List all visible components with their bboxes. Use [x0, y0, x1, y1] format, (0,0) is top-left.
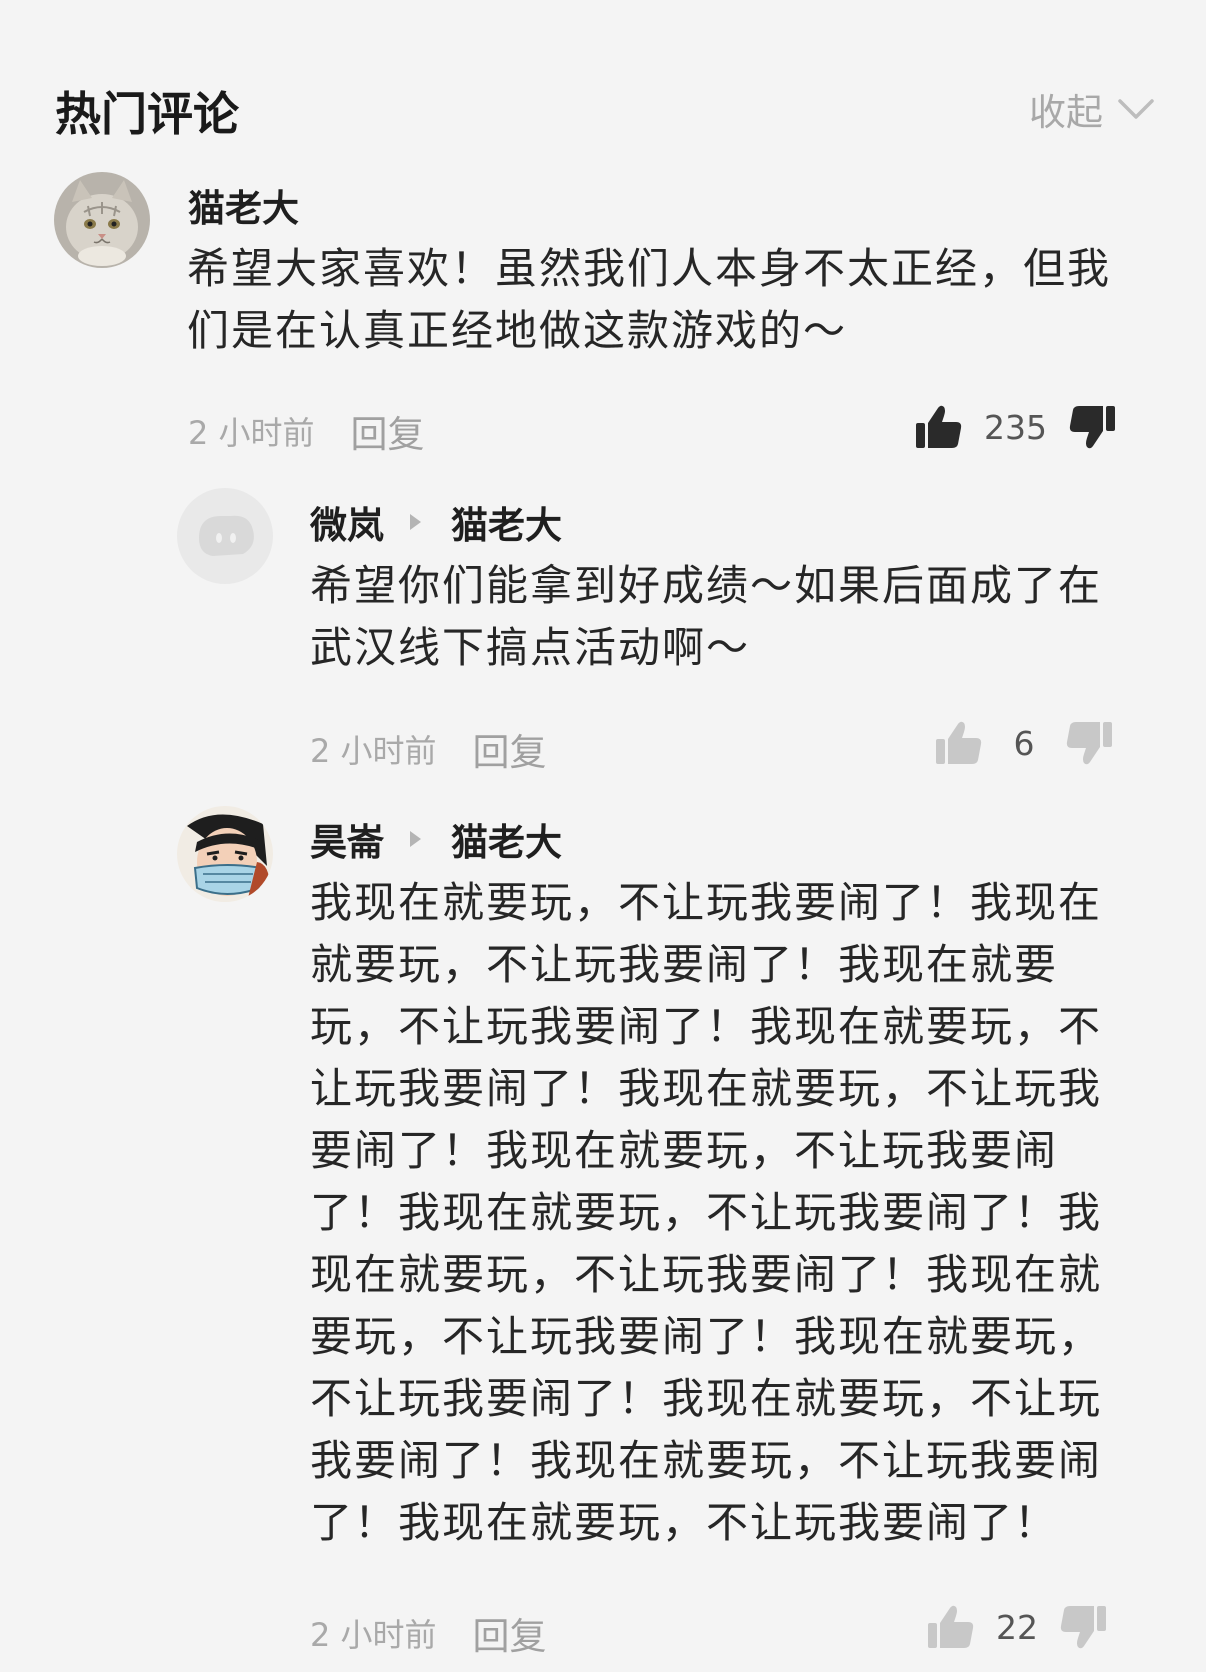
dislike-button[interactable]	[1064, 718, 1114, 768]
comment-line: 我现在就要玩，不让玩我要闹了！我现在	[310, 878, 1103, 927]
thumbs-up-icon	[936, 721, 982, 764]
page-title: 热门评论	[55, 87, 239, 141]
like-count: 22	[996, 1607, 1038, 1647]
avatar[interactable]	[177, 488, 273, 584]
reply-button[interactable]: 回复	[473, 1606, 547, 1660]
like-button[interactable]	[934, 718, 984, 768]
thumbs-up-icon	[916, 405, 962, 448]
reply-meta: 2 小时前 回复	[310, 1606, 547, 1660]
reply-button[interactable]: 回复	[351, 404, 425, 458]
thumbs-up-icon	[928, 1605, 974, 1648]
comments-page: 热门评论 收起 猫老大 希望大家喜欢！虽然我们人本身不太正经，但我 们是在认真正…	[0, 0, 1206, 1672]
like-count: 6	[1013, 723, 1035, 763]
timestamp: 2 小时前	[310, 1616, 437, 1654]
thumbs-down-icon	[1069, 406, 1115, 449]
avatar[interactable]	[54, 172, 150, 268]
comment-actions: 235	[914, 402, 1117, 452]
comment-line: 们是在认真正经地做这款游戏的～	[187, 306, 848, 355]
comment-content: 希望大家喜欢！虽然我们人本身不太正经，但我 们是在认真正经地做这款游戏的～	[187, 238, 1167, 362]
comment-line: 了！我现在就要玩，不让玩我要闹了！	[310, 1498, 1059, 1547]
comment-line: 希望大家喜欢！虽然我们人本身不太正经，但我	[187, 244, 1112, 293]
dislike-button[interactable]	[1058, 1602, 1108, 1652]
comment-line: 武汉线下搞点活动啊～	[310, 623, 751, 672]
dislike-button[interactable]	[1067, 402, 1117, 452]
reply-actions: 6	[934, 718, 1114, 768]
comment-line: 就要玩，不让玩我要闹了！我现在就要	[310, 940, 1059, 989]
reply-arrow-icon	[410, 831, 421, 847]
comment-line: 要玩，不让玩我要闹了！我现在就要玩，	[310, 1312, 1103, 1361]
comment-line: 了！我现在就要玩，不让玩我要闹了！我	[310, 1188, 1103, 1237]
author-name[interactable]: 猫老大	[188, 178, 299, 232]
like-button[interactable]	[926, 1602, 976, 1652]
like-count: 235	[984, 407, 1047, 447]
timestamp: 2 小时前	[188, 414, 315, 452]
reply-actions: 22	[926, 1602, 1108, 1652]
comment-line: 玩，不让玩我要闹了！我现在就要玩，不	[310, 1002, 1103, 1051]
thumbs-down-icon	[1066, 722, 1112, 765]
comment-line: 不让玩我要闹了！我现在就要玩，不让玩	[310, 1374, 1103, 1423]
comment-line: 现在就要玩，不让玩我要闹了！我现在就	[310, 1250, 1103, 1299]
comment-author-line: 猫老大	[188, 178, 299, 232]
author-name[interactable]: 昊崙	[310, 812, 384, 866]
comment-line: 让玩我要闹了！我现在就要玩，不让玩我	[310, 1064, 1103, 1113]
reply-to-name[interactable]: 猫老大	[451, 495, 562, 549]
reply-author-line: 微岚 猫老大	[310, 495, 562, 549]
reply-author-line: 昊崙 猫老大	[310, 812, 562, 866]
reply-content: 希望你们能拿到好成绩～如果后面成了在 武汉线下搞点活动啊～	[310, 555, 1170, 679]
reply-meta: 2 小时前 回复	[310, 722, 547, 776]
collapse-button[interactable]: 收起	[1029, 82, 1155, 136]
collapse-label: 收起	[1029, 91, 1103, 134]
like-button[interactable]	[914, 402, 964, 452]
comment-line: 希望你们能拿到好成绩～如果后面成了在	[310, 561, 1103, 610]
reply-to-name[interactable]: 猫老大	[451, 812, 562, 866]
thumbs-down-icon	[1060, 1606, 1106, 1649]
avatar[interactable]	[177, 806, 273, 902]
comment-meta: 2 小时前 回复	[188, 404, 425, 458]
timestamp: 2 小时前	[310, 732, 437, 770]
comment-line: 我要闹了！我现在就要玩，不让玩我要闹	[310, 1436, 1103, 1485]
reply-content: 我现在就要玩，不让玩我要闹了！我现在 就要玩，不让玩我要闹了！我现在就要 玩，不…	[310, 872, 1170, 1554]
reply-button[interactable]: 回复	[473, 722, 547, 776]
default-avatar-icon	[177, 488, 273, 584]
cartoon-man-mask-avatar-icon	[177, 806, 273, 902]
comments-header: 热门评论 收起	[55, 72, 1155, 142]
reply-arrow-icon	[410, 514, 421, 530]
author-name[interactable]: 微岚	[310, 495, 384, 549]
comment-line: 要闹了！我现在就要玩，不让玩我要闹	[310, 1126, 1059, 1175]
cat-avatar-icon	[54, 172, 150, 268]
chevron-down-icon	[1118, 99, 1154, 119]
